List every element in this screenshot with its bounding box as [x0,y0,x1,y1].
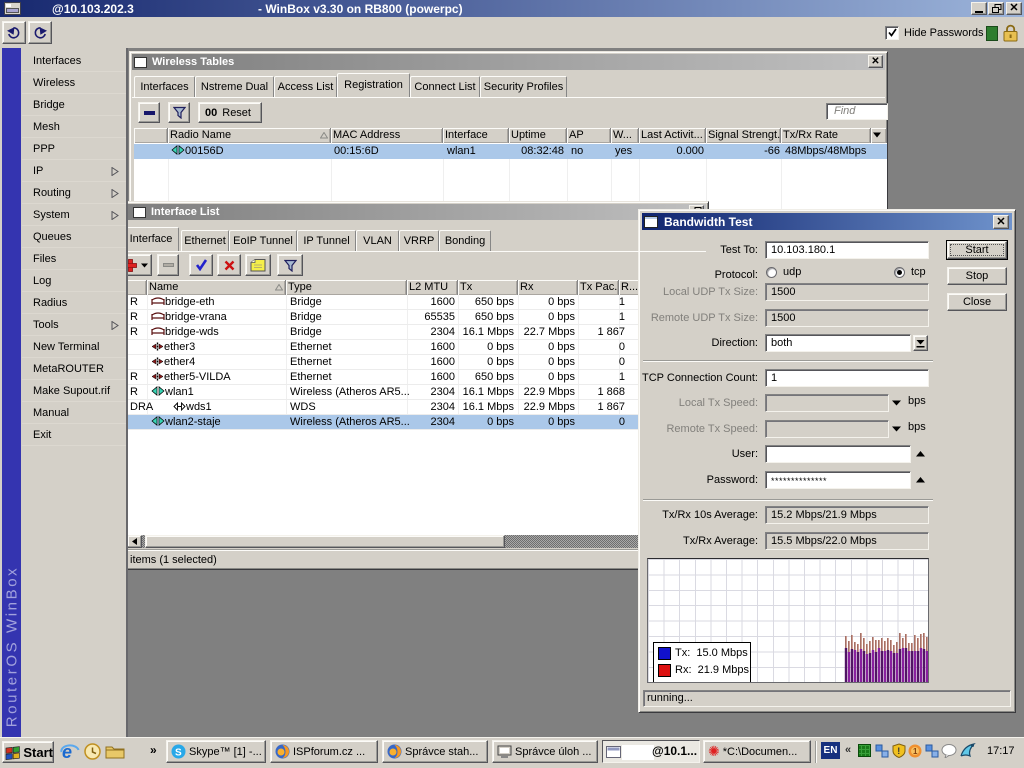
svg-text:!: ! [897,746,900,756]
svg-text:S: S [175,748,182,759]
svg-text:1: 1 [913,747,918,756]
